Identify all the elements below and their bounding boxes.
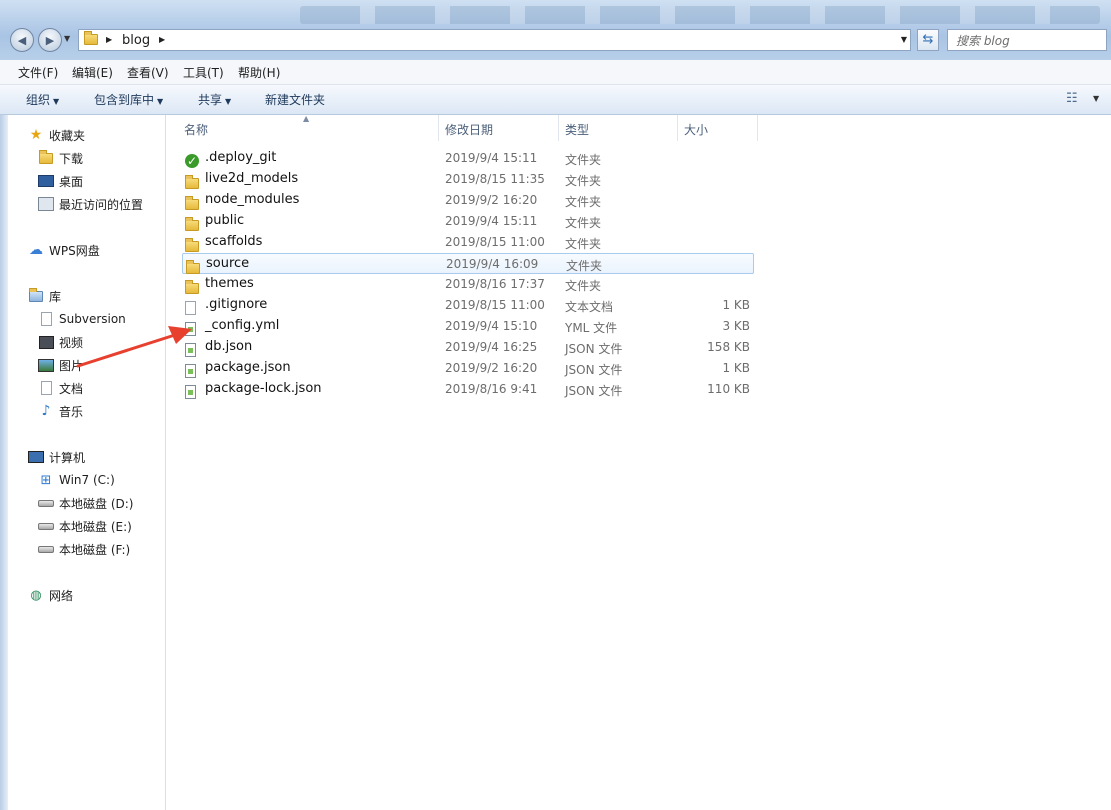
annotation-arrow (76, 326, 192, 368)
annotation-arrow-shaft (76, 332, 180, 368)
